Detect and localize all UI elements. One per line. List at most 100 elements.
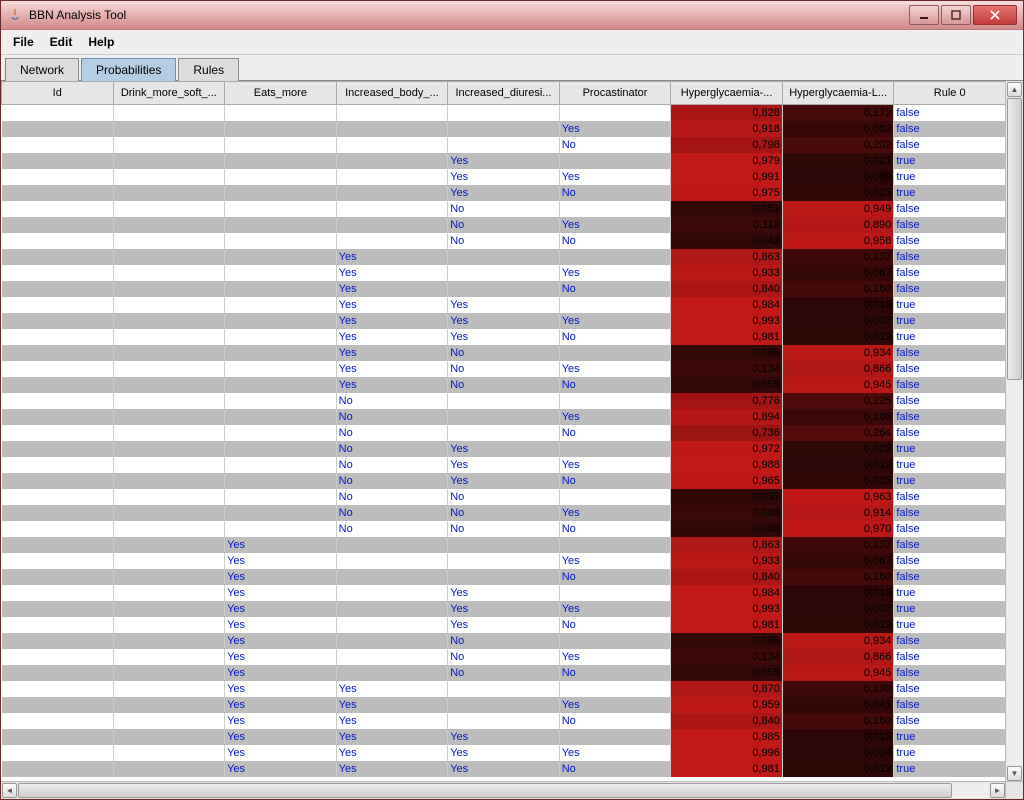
table-cell: 0,736 — [671, 425, 783, 441]
table-cell — [448, 249, 560, 265]
minimize-button[interactable] — [909, 5, 939, 25]
table-row[interactable]: Yes0,9790,021true — [2, 153, 1006, 169]
column-header[interactable]: Increased_diuresi... — [448, 82, 560, 105]
table-row[interactable]: No0,7760,225false — [2, 393, 1006, 409]
table-row[interactable]: NoYesYes0,9880,012true — [2, 457, 1006, 473]
table-row[interactable]: YesNoNo0,0550,945false — [2, 665, 1006, 681]
table-cell: Yes — [448, 441, 560, 457]
table-row[interactable]: YesYesYes0,9930,007true — [2, 601, 1006, 617]
table-cell — [113, 729, 225, 745]
table-row[interactable]: NoYes0,9720,028true — [2, 441, 1006, 457]
menu-edit[interactable]: Edit — [42, 32, 81, 52]
tab-network[interactable]: Network — [5, 58, 79, 81]
table-row[interactable]: YesNo0,9750,025true — [2, 185, 1006, 201]
column-header[interactable]: Rule 0 — [894, 82, 1006, 105]
table-row[interactable]: YesYesNo0,9810,019true — [2, 329, 1006, 345]
horizontal-scroll-thumb[interactable] — [18, 783, 952, 798]
table-cell: No — [559, 137, 671, 153]
table-cell — [2, 457, 114, 473]
table-row[interactable]: YesYes0,9910,009true — [2, 169, 1006, 185]
table-row[interactable]: YesNo0,8400,160false — [2, 569, 1006, 585]
table-cell: No — [448, 377, 560, 393]
table-cell: true — [894, 729, 1006, 745]
table-cell — [448, 105, 560, 122]
table-row[interactable]: YesYesYes0,9930,007true — [2, 313, 1006, 329]
vertical-scroll-thumb[interactable] — [1007, 98, 1022, 380]
scroll-right-icon[interactable]: ► — [990, 783, 1005, 798]
scroll-up-icon[interactable]: ▲ — [1007, 82, 1022, 97]
table-cell — [225, 265, 337, 281]
table-row[interactable]: NoNo0,7360,264false — [2, 425, 1006, 441]
column-header[interactable]: Increased_body_... — [336, 82, 448, 105]
tab-rules[interactable]: Rules — [178, 58, 239, 81]
table-row[interactable]: NoNo0,0370,963false — [2, 489, 1006, 505]
table-cell: 0,963 — [782, 489, 894, 505]
column-header[interactable]: Eats_more — [225, 82, 337, 105]
column-header[interactable]: Id — [2, 82, 114, 105]
table-row[interactable]: NoNo0,0420,958false — [2, 233, 1006, 249]
table-row[interactable]: YesNoNo0,0550,945false — [2, 377, 1006, 393]
table-row[interactable]: NoYes0,8940,106false — [2, 409, 1006, 425]
tab-probabilities[interactable]: Probabilities — [81, 58, 176, 81]
table-row[interactable]: YesNo0,0660,934false — [2, 633, 1006, 649]
table-row[interactable]: YesYesNo0,9810,019true — [2, 617, 1006, 633]
table-row[interactable]: YesNo0,8400,160false — [2, 281, 1006, 297]
table-cell — [225, 457, 337, 473]
table-cell: 0,055 — [671, 377, 783, 393]
table-row[interactable]: YesYesNo0,8400,160false — [2, 713, 1006, 729]
column-header[interactable]: Hyperglycaemia-... — [671, 82, 783, 105]
table-row[interactable]: YesYesYes0,9590,041false — [2, 697, 1006, 713]
menu-help[interactable]: Help — [80, 32, 122, 52]
table-row[interactable]: YesYes0,9840,016true — [2, 297, 1006, 313]
table-row[interactable]: YesYes0,9330,067false — [2, 553, 1006, 569]
table-cell: Yes — [336, 345, 448, 361]
table-cell: 0,981 — [671, 761, 783, 777]
table-cell: 0,863 — [671, 537, 783, 553]
table-cell — [2, 553, 114, 569]
column-header[interactable]: Hyperglycaemia-L... — [782, 82, 894, 105]
vertical-scrollbar[interactable]: ▲ ▼ — [1005, 81, 1023, 782]
table-row[interactable]: YesNoYes0,1340,866false — [2, 649, 1006, 665]
table-cell: No — [448, 649, 560, 665]
horizontal-scrollbar[interactable]: ◄ ► — [1, 781, 1006, 799]
table-row[interactable]: YesYes0,9840,016true — [2, 585, 1006, 601]
table-row[interactable]: YesYes0,9330,067false — [2, 265, 1006, 281]
table-cell: 0,985 — [671, 729, 783, 745]
scroll-left-icon[interactable]: ◄ — [2, 783, 17, 798]
title-bar[interactable]: BBN Analysis Tool — [1, 1, 1023, 30]
table-cell: Yes — [225, 729, 337, 745]
table-row[interactable]: Yes0,9180,082false — [2, 121, 1006, 137]
table-cell — [113, 633, 225, 649]
table-cell — [559, 201, 671, 217]
table-cell: Yes — [448, 169, 560, 185]
table-row[interactable]: 0,8280,172false — [2, 105, 1006, 122]
table-row[interactable]: NoNoNo0,0300,970false — [2, 521, 1006, 537]
table-row[interactable]: YesYesYesYes0,9960,004true — [2, 745, 1006, 761]
table-row[interactable]: YesYesYes0,9850,015true — [2, 729, 1006, 745]
table-row[interactable]: NoNoYes0,0860,914false — [2, 505, 1006, 521]
menu-file[interactable]: File — [5, 32, 42, 52]
table-row[interactable]: No0,7980,202false — [2, 137, 1006, 153]
scroll-down-icon[interactable]: ▼ — [1007, 766, 1022, 781]
table-cell: Yes — [225, 537, 337, 553]
probability-table[interactable]: IdDrink_more_soft_...Eats_moreIncreased_… — [1, 81, 1006, 777]
table-row[interactable]: NoYes0,1100,890false — [2, 217, 1006, 233]
table-row[interactable]: YesNoYes0,1340,866false — [2, 361, 1006, 377]
column-header[interactable]: Drink_more_soft_... — [113, 82, 225, 105]
table-row[interactable]: Yes0,8630,137false — [2, 249, 1006, 265]
table-cell — [225, 233, 337, 249]
table-cell: true — [894, 153, 1006, 169]
table-row[interactable]: NoYesNo0,9650,035true — [2, 473, 1006, 489]
table-cell: Yes — [448, 761, 560, 777]
table-cell: 0,130 — [782, 681, 894, 697]
table-cell — [336, 633, 448, 649]
close-button[interactable] — [973, 5, 1017, 25]
column-header[interactable]: Procastinator — [559, 82, 671, 105]
table-row[interactable]: No0,0510,949false — [2, 201, 1006, 217]
table-row[interactable]: YesYesYesNo0,9810,019true — [2, 761, 1006, 777]
table-cell — [113, 505, 225, 521]
table-row[interactable]: YesNo0,0660,934false — [2, 345, 1006, 361]
table-row[interactable]: Yes0,8630,137false — [2, 537, 1006, 553]
table-row[interactable]: YesYes0,8700,130false — [2, 681, 1006, 697]
maximize-button[interactable] — [941, 5, 971, 25]
